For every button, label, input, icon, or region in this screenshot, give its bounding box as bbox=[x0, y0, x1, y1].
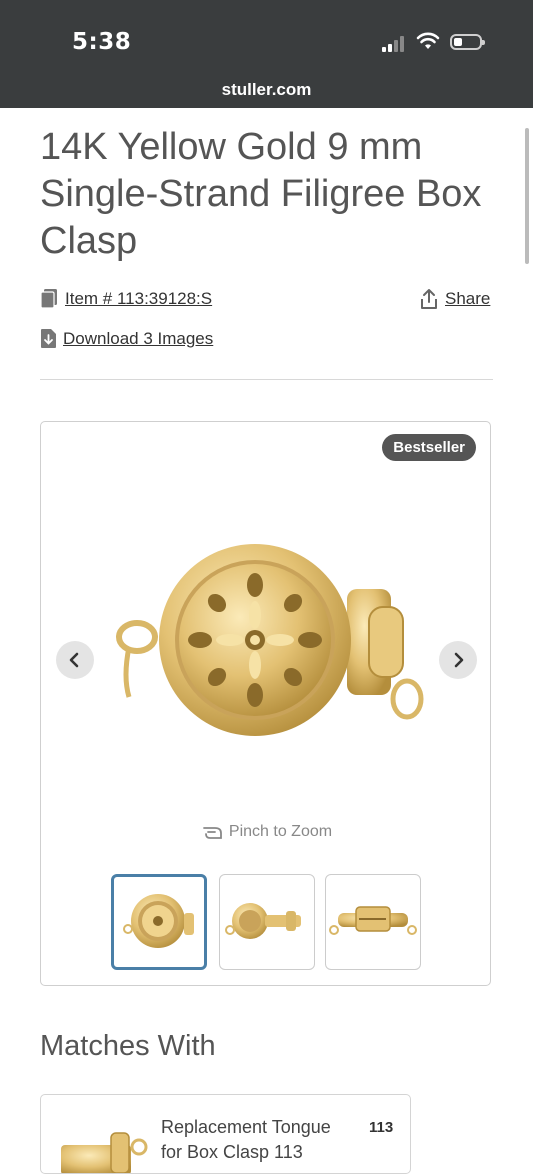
share-button[interactable]: Share bbox=[419, 288, 490, 310]
chevron-right-icon bbox=[454, 652, 464, 668]
battery-icon bbox=[450, 34, 485, 50]
bestseller-badge: Bestseller bbox=[382, 434, 476, 461]
thumbnail-image bbox=[123, 894, 194, 948]
download-file-icon bbox=[41, 329, 56, 348]
document-icon bbox=[40, 289, 57, 309]
item-number: Item # 113:39128:S bbox=[65, 288, 213, 308]
match-card[interactable]: Replacement Tongue for Box Clasp 113 113 bbox=[40, 1094, 411, 1174]
pinch-zoom-label: Pinch to Zoom bbox=[228, 823, 333, 840]
clock: 5:38 bbox=[72, 29, 132, 55]
status-bar: 5:38 stuller.com bbox=[0, 0, 533, 108]
thumbnail-3[interactable] bbox=[325, 874, 421, 970]
next-image-button[interactable] bbox=[439, 641, 477, 679]
thumbnail-image bbox=[329, 906, 417, 935]
thumbnail-1[interactable] bbox=[111, 874, 207, 970]
match-product-image bbox=[61, 1132, 148, 1173]
match-title: Replacement Tongue for Box Clasp 113 bbox=[161, 1117, 331, 1162]
download-images-link[interactable]: Download 3 Images bbox=[40, 328, 213, 349]
thumbnail-2[interactable] bbox=[219, 874, 315, 970]
match-item-number: 113 bbox=[369, 1119, 394, 1136]
download-label: Download 3 Images bbox=[63, 328, 214, 348]
divider bbox=[40, 379, 493, 380]
wifi-icon bbox=[416, 32, 440, 49]
matches-heading: Matches With bbox=[40, 1030, 216, 1062]
url-bar[interactable]: stuller.com bbox=[0, 80, 533, 100]
chevron-left-icon bbox=[69, 652, 79, 668]
image-gallery: Bestseller Pinch to Zoom bbox=[40, 421, 491, 986]
pinch-zoom-icon bbox=[203, 827, 222, 839]
share-label: Share bbox=[445, 289, 491, 308]
product-image[interactable] bbox=[107, 527, 425, 742]
item-number-link[interactable]: Item # 113:39128:S bbox=[40, 288, 212, 309]
scrollbar[interactable] bbox=[525, 128, 529, 264]
share-icon bbox=[421, 289, 437, 309]
pinch-zoom-hint: Pinch to Zoom bbox=[41, 822, 492, 842]
previous-image-button[interactable] bbox=[56, 641, 94, 679]
cellular-signal-icon bbox=[382, 34, 408, 52]
thumbnail-image bbox=[225, 903, 301, 939]
product-title: 14K Yellow Gold 9 mm Single-Strand Filig… bbox=[40, 126, 482, 262]
